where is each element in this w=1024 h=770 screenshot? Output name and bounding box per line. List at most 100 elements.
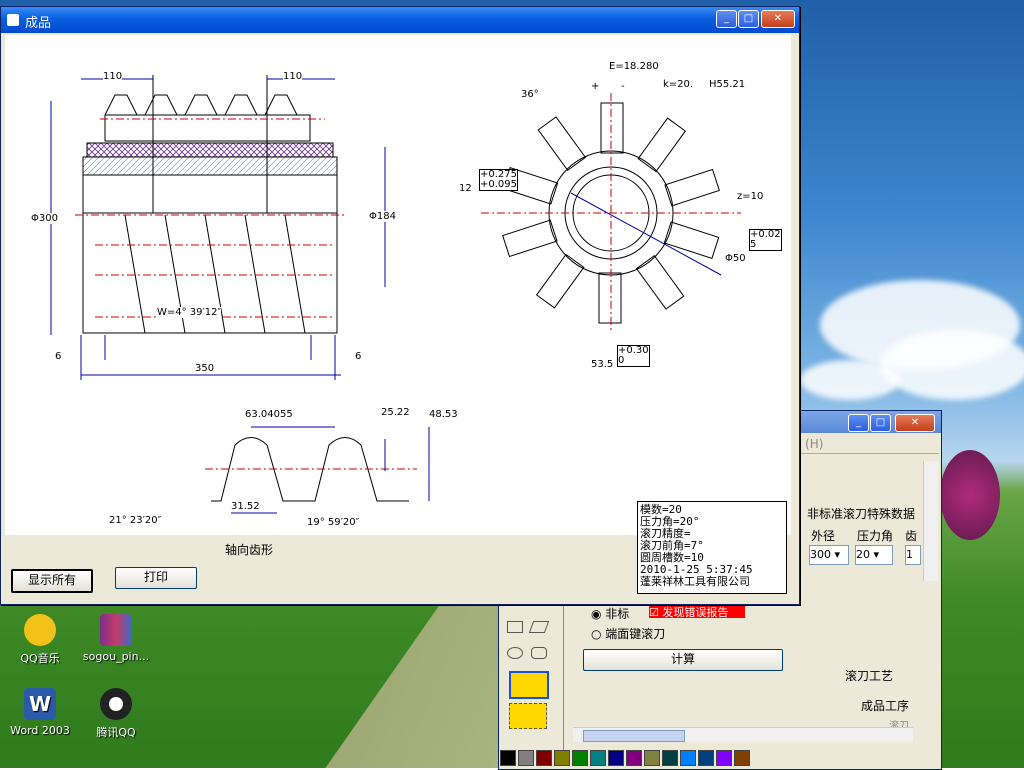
main-window[interactable]: 成品 _ □ ✕ 110 110 Φ300 Φ184 W=4° 39′12″ 6… (0, 6, 800, 605)
desktop-icon-sogou[interactable]: sogou_pin... (76, 614, 156, 663)
radio-end-key[interactable]: ○ 端面键滚刀 (591, 625, 665, 642)
rounded-rect-tool-icon[interactable] (531, 647, 547, 659)
cloud (800, 360, 900, 400)
dim-350: 350 (195, 363, 215, 374)
dim-63: 63.04055 (245, 409, 293, 420)
palette-swatch[interactable] (518, 750, 534, 766)
dim-21deg: 21° 23′20″ (109, 515, 162, 526)
radio-end-key-label: 端面键滚刀 (605, 627, 666, 641)
hob-process-label: 滚刀工艺 (845, 669, 894, 683)
nonstd-data-title: 非标准滚刀特殊数据 (807, 507, 916, 521)
palette-swatch[interactable] (644, 750, 660, 766)
dim-25: 25.22 (381, 407, 410, 418)
palette-swatch[interactable] (734, 750, 750, 766)
drawing-canvas: 110 110 Φ300 Φ184 W=4° 39′12″ 6 6 350 E=… (5, 35, 791, 535)
dim-36deg: 36° (521, 89, 539, 100)
dim-6-left: 6 (55, 351, 62, 362)
tol-3-lower: 0 (618, 355, 625, 366)
palette-swatch[interactable] (698, 750, 714, 766)
color-palette (500, 750, 752, 768)
dim-phi50: Φ50 (725, 253, 746, 264)
toolbox (499, 591, 564, 751)
qqmusic-icon (24, 614, 56, 646)
main-window-titlebar[interactable]: 成品 _ □ ✕ (1, 7, 799, 33)
dim-110-right: 110 (283, 71, 303, 82)
close-button[interactable]: ✕ (895, 414, 935, 432)
info-box: 模数=20 压力角=20° 滚刀精度= 滚刀前角=7° 圆周槽数=10 2010… (637, 501, 787, 594)
outer-diameter-select[interactable]: 300 ▾ (809, 545, 849, 565)
maximize-button[interactable]: □ (738, 10, 759, 28)
desktop-icon-qq[interactable]: 腾讯QQ (76, 688, 156, 740)
dim-minus: - (621, 81, 625, 92)
palette-swatch[interactable] (716, 750, 732, 766)
print-button[interactable]: 打印 (115, 567, 197, 589)
dim-z10: z=10 (737, 191, 764, 202)
rectangle-tool-icon[interactable] (507, 621, 523, 633)
palette-swatch[interactable] (608, 750, 624, 766)
qq-penguin-icon (100, 688, 132, 720)
show-all-button[interactable]: 显示所有 (11, 569, 93, 593)
cloud (880, 330, 1024, 400)
dim-31: 31.52 (231, 501, 260, 512)
radio-nonstd-label: 非标 (605, 607, 630, 621)
desktop-icon-label: QQ音乐 (20, 652, 60, 665)
pressure-angle-select[interactable]: 20 ▾ (855, 545, 893, 565)
error-report-checkbox[interactable]: ☑ 发现错误报告 (649, 604, 745, 619)
tol-2-lower: 5 (750, 239, 757, 250)
palette-swatch[interactable] (500, 750, 516, 766)
radio-nonstd[interactable]: ◉ 非标 (591, 605, 629, 622)
palette-swatch[interactable] (680, 750, 696, 766)
palette-swatch[interactable] (626, 750, 642, 766)
col-pressure-label: 压力角 (857, 529, 894, 543)
hob-drawing (50, 75, 741, 514)
scroll-thumb[interactable] (583, 730, 685, 742)
dim-110-left: 110 (103, 71, 123, 82)
dim-h55: H55.21 (709, 79, 746, 90)
window-title: 成品 (25, 16, 52, 31)
ellipse-tool-icon[interactable] (507, 647, 523, 659)
dim-53-5: 53.5 (591, 359, 614, 370)
tol-box-1: +0.275 +0.095 (479, 169, 519, 191)
dim-12: 12 (459, 183, 472, 194)
parallelogram-tool-icon[interactable] (528, 621, 550, 633)
teeth-input[interactable]: 1 (905, 545, 921, 565)
product-process-label: 成品工序 (861, 699, 910, 713)
dim-48: 48.53 (429, 409, 458, 420)
menu-item-help[interactable]: (H) (805, 437, 823, 451)
dim-k20: k=20. (663, 79, 694, 90)
desktop-icon-word[interactable]: W Word 2003 (0, 688, 80, 737)
window-app-icon (7, 14, 19, 26)
vertical-scrollbar[interactable] (923, 461, 938, 581)
palette-swatch[interactable] (536, 750, 552, 766)
dim-19deg: 19° 59′20″ (307, 517, 360, 528)
minimize-button[interactable]: _ (848, 414, 869, 432)
horizontal-scrollbar[interactable] (573, 727, 913, 742)
desktop-icon-label: Word 2003 (10, 724, 70, 737)
hob-side-view (82, 75, 338, 334)
flower-tree (940, 450, 1000, 540)
palette-swatch[interactable] (662, 750, 678, 766)
palette-swatch[interactable] (554, 750, 570, 766)
outer-diameter-value: 300 (810, 548, 831, 561)
minimize-button[interactable]: _ (716, 10, 737, 28)
close-button[interactable]: ✕ (761, 10, 795, 28)
dim-phi184: Φ184 (369, 211, 396, 222)
desktop-icon-qqmusic[interactable]: QQ音乐 (0, 614, 80, 666)
maximize-button[interactable]: □ (870, 414, 891, 432)
col-outer-label: 外径 (811, 529, 836, 543)
dim-phi300: Φ300 (31, 213, 58, 224)
calculate-button[interactable]: 计算 (583, 649, 783, 671)
palette-swatch[interactable] (590, 750, 606, 766)
dim-w-angle: W=4° 39′12″ (157, 307, 222, 318)
col-teeth-label: 齿 (905, 529, 918, 543)
info-line: 蓬莱祥林工具有限公司 (640, 575, 750, 588)
axial-profile-label: 轴向齿形 (225, 543, 274, 557)
dim-e: E=18.280 (609, 61, 659, 72)
desktop-icon-label: sogou_pin... (82, 650, 150, 663)
tol-1-lower: +0.095 (480, 179, 518, 190)
pressure-angle-value: 20 (856, 548, 870, 561)
palette-swatch[interactable] (572, 750, 588, 766)
db-tool-alt-icon[interactable] (509, 703, 547, 729)
db-tool-icon[interactable] (509, 671, 549, 699)
dim-plus: + (591, 81, 600, 92)
